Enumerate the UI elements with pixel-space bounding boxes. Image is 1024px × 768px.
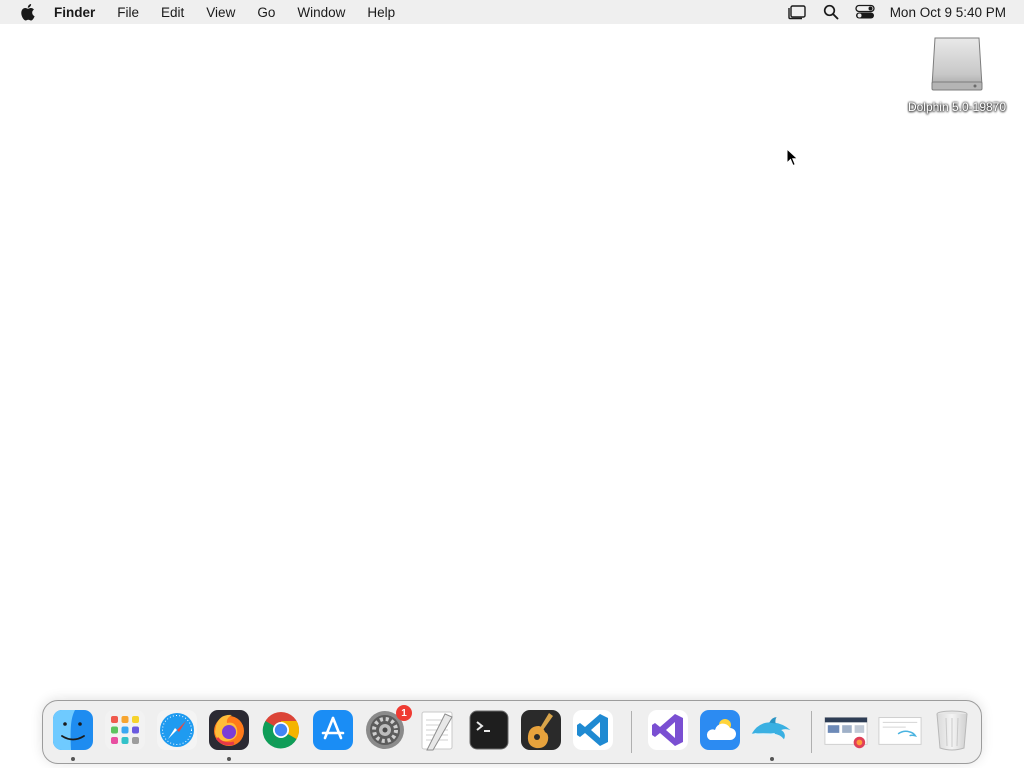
menu-go[interactable]: Go [246, 0, 286, 24]
dock-terminal[interactable] [466, 707, 512, 753]
dock-weather[interactable] [697, 707, 743, 753]
stage-manager-icon[interactable] [780, 0, 814, 24]
dock-textedit[interactable] [414, 707, 460, 753]
menu-file[interactable]: File [106, 0, 150, 24]
visual-studio-icon [648, 710, 688, 750]
terminal-icon [469, 710, 509, 750]
safari-icon [157, 710, 197, 750]
dock-documents-stack[interactable] [877, 707, 923, 753]
dock-downloads-stack[interactable] [823, 707, 869, 753]
launchpad-icon [105, 710, 145, 750]
dock-garageband[interactable] [518, 707, 564, 753]
desktop-drive-label: Dolphin 5.0-19870 [907, 100, 1007, 114]
downloads-stack-icon [824, 717, 868, 749]
dock-dolphin[interactable] [749, 707, 795, 761]
finder-icon [53, 710, 93, 750]
mouse-cursor-icon [786, 147, 800, 173]
running-indicator [71, 757, 75, 761]
dock-chrome[interactable] [258, 707, 304, 753]
weather-icon [700, 710, 740, 750]
trash-icon [936, 710, 968, 751]
spotlight-search-icon[interactable] [814, 0, 848, 24]
dock-visual-studio[interactable] [645, 707, 691, 753]
dock-system-settings[interactable]: 1 [362, 705, 412, 753]
disk-image-icon [931, 37, 983, 91]
menu-view[interactable]: View [195, 0, 246, 24]
dock-finder[interactable] [50, 707, 96, 761]
vscode-icon [573, 710, 613, 750]
notification-badge: 1 [396, 705, 412, 721]
menu-edit[interactable]: Edit [150, 0, 195, 24]
menu-window[interactable]: Window [286, 0, 356, 24]
dock-vscode[interactable] [570, 707, 616, 753]
dock-safari[interactable] [154, 707, 200, 753]
desktop-drive[interactable]: Dolphin 5.0-19870 [898, 34, 1016, 114]
apple-menu-icon[interactable] [0, 3, 54, 21]
dock: 1 [42, 700, 982, 764]
dock-trash[interactable] [929, 707, 975, 753]
firefox-icon [209, 710, 249, 750]
chrome-icon [262, 712, 300, 749]
menu-help[interactable]: Help [356, 0, 406, 24]
menu-bar: Finder File Edit View Go Window Help Mon… [0, 0, 1024, 24]
running-indicator [770, 757, 774, 761]
menu-bar-clock[interactable]: Mon Oct 9 5:40 PM [890, 5, 1006, 20]
garageband-icon [521, 710, 561, 750]
dock-launchpad[interactable] [102, 707, 148, 753]
dock-separator [811, 711, 812, 753]
running-indicator [227, 757, 231, 761]
control-center-icon[interactable] [848, 0, 882, 24]
dock-firefox[interactable] [206, 707, 252, 761]
dolphin-icon [751, 717, 791, 740]
app-store-icon [313, 710, 353, 750]
status-area: Mon Oct 9 5:40 PM [780, 0, 1006, 24]
dock-separator [631, 711, 632, 753]
menu-app-name[interactable]: Finder [54, 0, 106, 24]
textedit-icon [421, 711, 453, 751]
dock-app-store[interactable] [310, 707, 356, 753]
documents-stack-icon [878, 717, 922, 745]
